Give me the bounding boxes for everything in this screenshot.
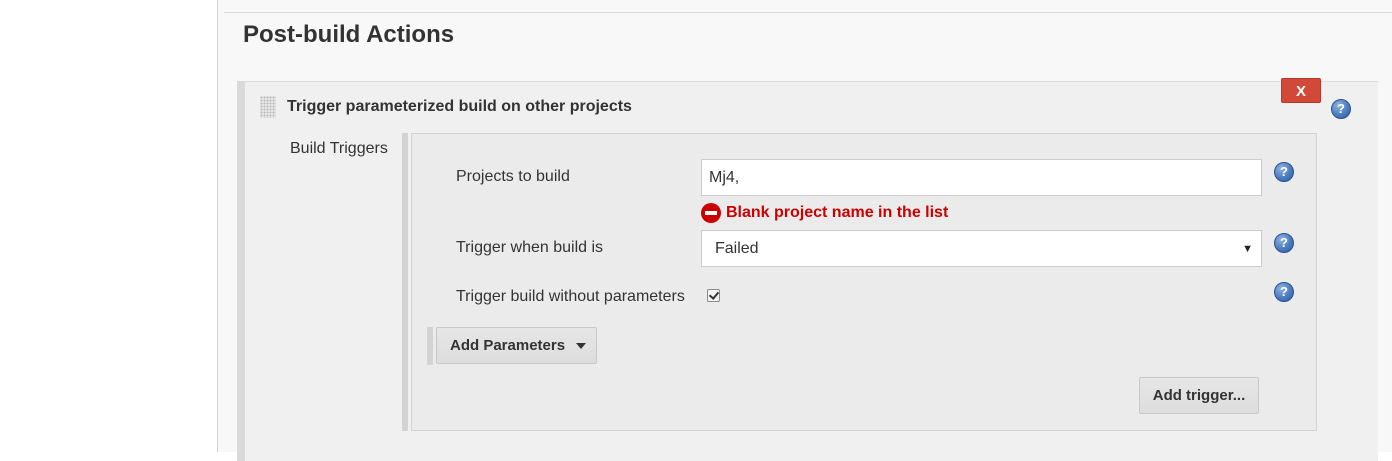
- projects-to-build-label: Projects to build: [456, 168, 570, 185]
- no-params-help-icon[interactable]: ?: [1274, 282, 1294, 302]
- left-side-panel: [0, 0, 218, 452]
- action-help-icon[interactable]: ?: [1331, 99, 1351, 119]
- build-triggers-label: Build Triggers: [290, 140, 388, 157]
- add-parameters-button[interactable]: Add Parameters: [436, 327, 597, 364]
- no-params-checkbox[interactable]: [707, 289, 720, 302]
- section-title: Post-build Actions: [243, 21, 455, 48]
- trigger-condition-help-icon[interactable]: ?: [1274, 233, 1294, 253]
- dropdown-caret-icon: [576, 343, 586, 349]
- projects-to-build-input[interactable]: [701, 159, 1262, 196]
- no-params-label: Trigger build without parameters: [456, 288, 685, 305]
- drag-handle-icon[interactable]: [260, 96, 276, 118]
- build-triggers-bar: [402, 133, 408, 431]
- error-icon: [701, 203, 721, 223]
- projects-error-text: Blank project name in the list: [726, 204, 949, 221]
- projects-help-icon[interactable]: ?: [1274, 162, 1294, 182]
- trigger-condition-value: Failed: [715, 240, 759, 257]
- action-title: Trigger parameterized build on other pro…: [287, 98, 632, 115]
- delete-action-button[interactable]: X: [1281, 78, 1321, 103]
- add-parameters-label: Add Parameters: [450, 337, 566, 354]
- chevron-down-icon: ▼: [1242, 243, 1253, 255]
- add-trigger-button[interactable]: Add trigger...: [1139, 377, 1259, 414]
- main-config-panel: Post-build Actions Trigger parameterized…: [218, 0, 1392, 461]
- trigger-condition-select[interactable]: Failed ▼: [701, 230, 1262, 267]
- trigger-condition-label: Trigger when build is: [456, 239, 604, 256]
- projects-error: Blank project name in the list: [701, 202, 948, 224]
- section-divider: [224, 12, 1392, 13]
- add-parameters-bar: [427, 327, 433, 365]
